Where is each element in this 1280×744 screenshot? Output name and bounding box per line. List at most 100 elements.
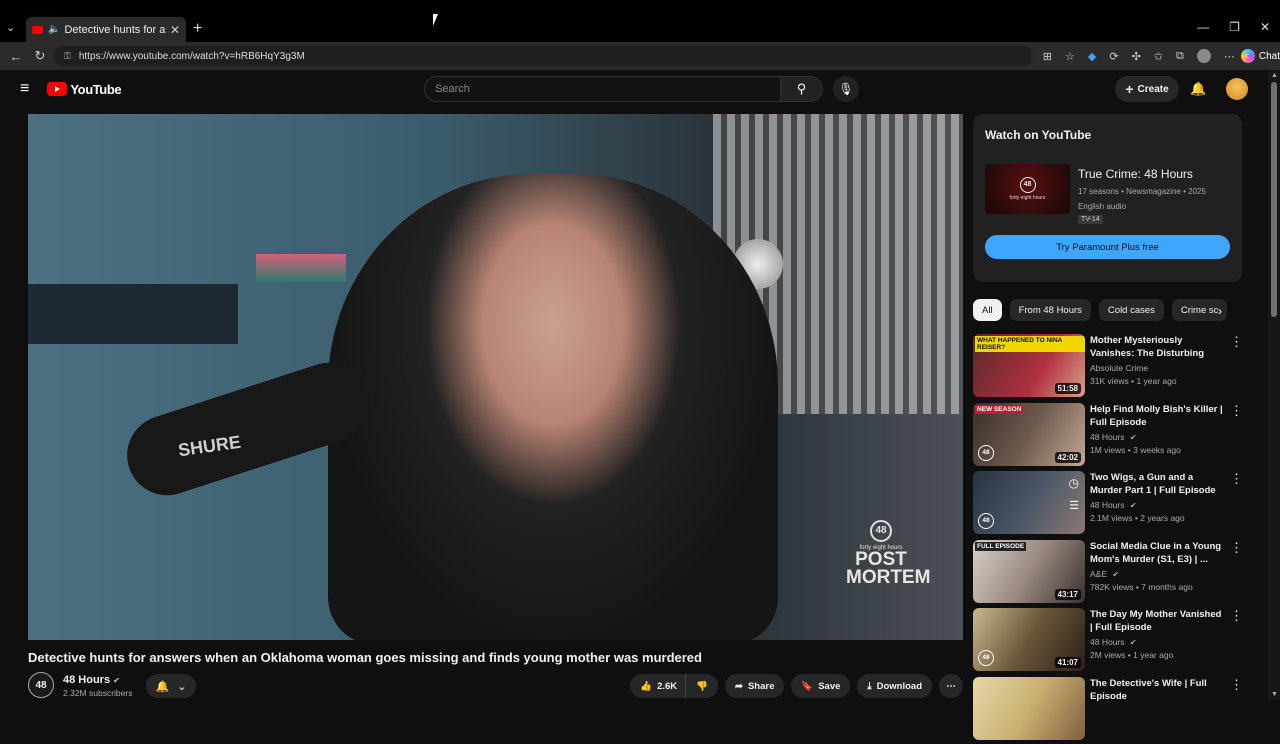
tab-list-chevron-icon[interactable]: ⌄ xyxy=(6,21,20,35)
rec-title[interactable]: Mother Mysteriously Vanishes: The Distur… xyxy=(1090,334,1225,360)
search-button[interactable]: ⚲ xyxy=(781,76,823,102)
like-button[interactable]: 👍 2.6K xyxy=(630,674,685,698)
reload-icon[interactable]: ↻ xyxy=(32,48,48,64)
paramount-plus-button[interactable]: Try Paramount Plus free xyxy=(985,235,1230,259)
chip-from-48-hours[interactable]: From 48 Hours xyxy=(1010,299,1091,321)
rec-channel-name[interactable]: 48 Hours xyxy=(1090,500,1125,510)
minimize-button[interactable]: — xyxy=(1197,20,1209,34)
copilot-chat-button[interactable]: Chat xyxy=(1241,49,1280,63)
video-thumbnail[interactable]: 48 41:07 xyxy=(973,608,1085,671)
rec-title[interactable]: The Detective's Wife | Full Episode xyxy=(1090,677,1225,703)
rec-channel[interactable]: A&E ✔ xyxy=(1090,569,1119,579)
scrollbar-thumb[interactable] xyxy=(1271,82,1277,317)
rec-title[interactable]: The Day My Mother Vanished | Full Episod… xyxy=(1090,608,1225,634)
more-vert-icon[interactable]: ⋮ xyxy=(1230,608,1243,624)
video-thumbnail[interactable]: FULL EPISODE 43:17 xyxy=(973,540,1085,603)
verified-icon: ✔ xyxy=(1130,501,1137,510)
back-arrow-icon[interactable]: ← xyxy=(8,49,24,64)
rec-channel[interactable]: Absolute Crime xyxy=(1090,363,1148,373)
youtube-play-icon xyxy=(47,82,67,96)
rec-channel[interactable]: 48 Hours ✔ xyxy=(1090,637,1137,647)
logo-text: YouTube xyxy=(70,82,121,97)
list-item[interactable]: WHAT HAPPENED TO NINA REISER? 51:58 Moth… xyxy=(973,333,1253,402)
more-vert-icon[interactable]: ⋮ xyxy=(1230,403,1243,419)
user-avatar[interactable] xyxy=(1226,78,1248,100)
create-button[interactable]: + Create xyxy=(1115,76,1179,102)
rec-title[interactable]: Help Find Molly Bish's Killer | Full Epi… xyxy=(1090,403,1225,429)
hamburger-menu-icon[interactable]: ≡ xyxy=(20,80,29,98)
video-thumbnail[interactable]: NEW SEASON 48 42:02 xyxy=(973,403,1085,466)
show-meta: 17 seasons • Newsmagazine • 2025 xyxy=(1078,187,1206,196)
show-thumbnail[interactable]: 48 forty eight hours xyxy=(985,164,1070,214)
rec-channel[interactable]: 48 Hours ✔ xyxy=(1090,500,1137,510)
address-bar[interactable]: ⚿ https://www.youtube.com/watch?v=hRB6Hq… xyxy=(54,46,1033,66)
channel-logo-icon: 48 xyxy=(978,513,994,529)
share-button[interactable]: ➦ Share xyxy=(725,674,784,698)
list-item[interactable]: NEW SEASON 48 42:02 Help Find Molly Bish… xyxy=(973,402,1253,471)
save-button[interactable]: 🔖 Save xyxy=(791,674,850,698)
verified-icon: ✔ xyxy=(113,676,120,685)
refresh-extension-icon[interactable]: ⟳ xyxy=(1109,50,1118,63)
audio-playing-icon[interactable]: 🔈 xyxy=(48,24,60,35)
list-item[interactable]: The Detective's Wife | Full Episode ⋮ xyxy=(973,676,1253,744)
channel-name[interactable]: 48 Hours xyxy=(63,674,110,686)
rec-channel-name[interactable]: A&E xyxy=(1090,569,1107,579)
youtube-header: ≡ YouTube Search ⚲ 🎙 + Create 🔔 xyxy=(0,70,1268,108)
list-item[interactable]: 48 ◷ ☰ Two Wigs, a Gun and a Murder Part… xyxy=(973,470,1253,539)
chip-all[interactable]: All xyxy=(973,299,1002,321)
chevron-down-icon: ⌄ xyxy=(177,680,186,693)
menu-dots-icon[interactable]: ⋯ xyxy=(1224,50,1235,63)
tab-close-icon[interactable]: ✕ xyxy=(170,23,180,37)
show-title[interactable]: True Crime: 48 Hours xyxy=(1078,167,1193,181)
close-window-button[interactable]: ✕ xyxy=(1260,20,1270,34)
recommendations-list: WHAT HAPPENED TO NINA REISER? 51:58 Moth… xyxy=(973,333,1253,744)
notifications-bell-icon[interactable]: 🔔 xyxy=(1190,81,1206,97)
more-vert-icon[interactable]: ⋮ xyxy=(1230,471,1243,487)
chevron-right-icon[interactable]: › xyxy=(1218,304,1222,318)
list-item[interactable]: FULL EPISODE 43:17 Social Media Clue in … xyxy=(973,539,1253,608)
scroll-down-icon[interactable]: ▼ xyxy=(1271,691,1278,698)
profile-avatar[interactable] xyxy=(1197,49,1211,63)
browser-tab-active[interactable]: 🔈 Detective hunts for answers w ✕ xyxy=(26,17,186,42)
extension-icon[interactable]: ◆ xyxy=(1088,50,1096,63)
site-info-icon[interactable]: ⚿ xyxy=(64,51,71,62)
chip-cold-cases[interactable]: Cold cases xyxy=(1099,299,1164,321)
puzzle-icon[interactable]: ✣ xyxy=(1132,50,1141,63)
new-tab-button[interactable]: + xyxy=(193,20,202,38)
watch-later-icon[interactable]: ◷ xyxy=(1069,476,1079,490)
page-scrollbar[interactable]: ▲ ▼ xyxy=(1268,70,1280,700)
add-to-queue-icon[interactable]: ☰ xyxy=(1069,499,1079,512)
rec-channel-name[interactable]: 48 Hours xyxy=(1090,432,1125,442)
more-vert-icon[interactable]: ⋮ xyxy=(1230,334,1243,350)
rec-title[interactable]: Social Media Clue in a Young Mom's Murde… xyxy=(1090,540,1225,566)
youtube-logo[interactable]: YouTube xyxy=(47,82,121,97)
more-vert-icon[interactable]: ⋮ xyxy=(1230,677,1243,693)
video-thumbnail[interactable]: 48 ◷ ☰ xyxy=(973,471,1085,534)
show-logo: 48 xyxy=(1020,177,1036,193)
voice-search-button[interactable]: 🎙 xyxy=(833,76,859,102)
channel-name-wrap[interactable]: 48 Hours✔ xyxy=(63,674,120,686)
more-vert-icon[interactable]: ⋮ xyxy=(1230,540,1243,556)
collections-icon[interactable]: ⧉ xyxy=(1176,50,1184,63)
app-available-icon[interactable]: ⊞ xyxy=(1043,50,1052,63)
search-input[interactable]: Search xyxy=(424,76,781,102)
dislike-button[interactable]: 👎 xyxy=(685,674,718,698)
video-thumbnail[interactable] xyxy=(973,677,1085,740)
video-player[interactable]: SHURE 48 forty eight hours POST MORTEM xyxy=(28,114,963,640)
list-item[interactable]: 48 41:07 The Day My Mother Vanished | Fu… xyxy=(973,607,1253,676)
favorite-star-icon[interactable]: ☆ xyxy=(1065,50,1075,63)
rec-channel-name[interactable]: 48 Hours xyxy=(1090,637,1125,647)
channel-avatar[interactable]: 48 xyxy=(28,672,54,698)
duration-badge: 41:07 xyxy=(1055,657,1081,668)
download-button[interactable]: ⤓ Download xyxy=(857,674,932,698)
rec-channel[interactable]: 48 Hours ✔ xyxy=(1090,432,1137,442)
favorites-icon[interactable]: ✩ xyxy=(1154,50,1163,63)
restore-button[interactable]: ❐ xyxy=(1229,20,1240,34)
filter-chips: All From 48 Hours Cold cases Crime sc xyxy=(973,299,1235,321)
video-thumbnail[interactable]: WHAT HAPPENED TO NINA REISER? 51:58 xyxy=(973,334,1085,397)
subscription-bell-button[interactable]: 🔔 ⌄ xyxy=(146,674,196,698)
copilot-icon xyxy=(1241,49,1255,63)
scroll-up-icon[interactable]: ▲ xyxy=(1271,72,1278,79)
rec-title[interactable]: Two Wigs, a Gun and a Murder Part 1 | Fu… xyxy=(1090,471,1225,497)
more-actions-button[interactable]: ⋯ xyxy=(939,674,963,698)
